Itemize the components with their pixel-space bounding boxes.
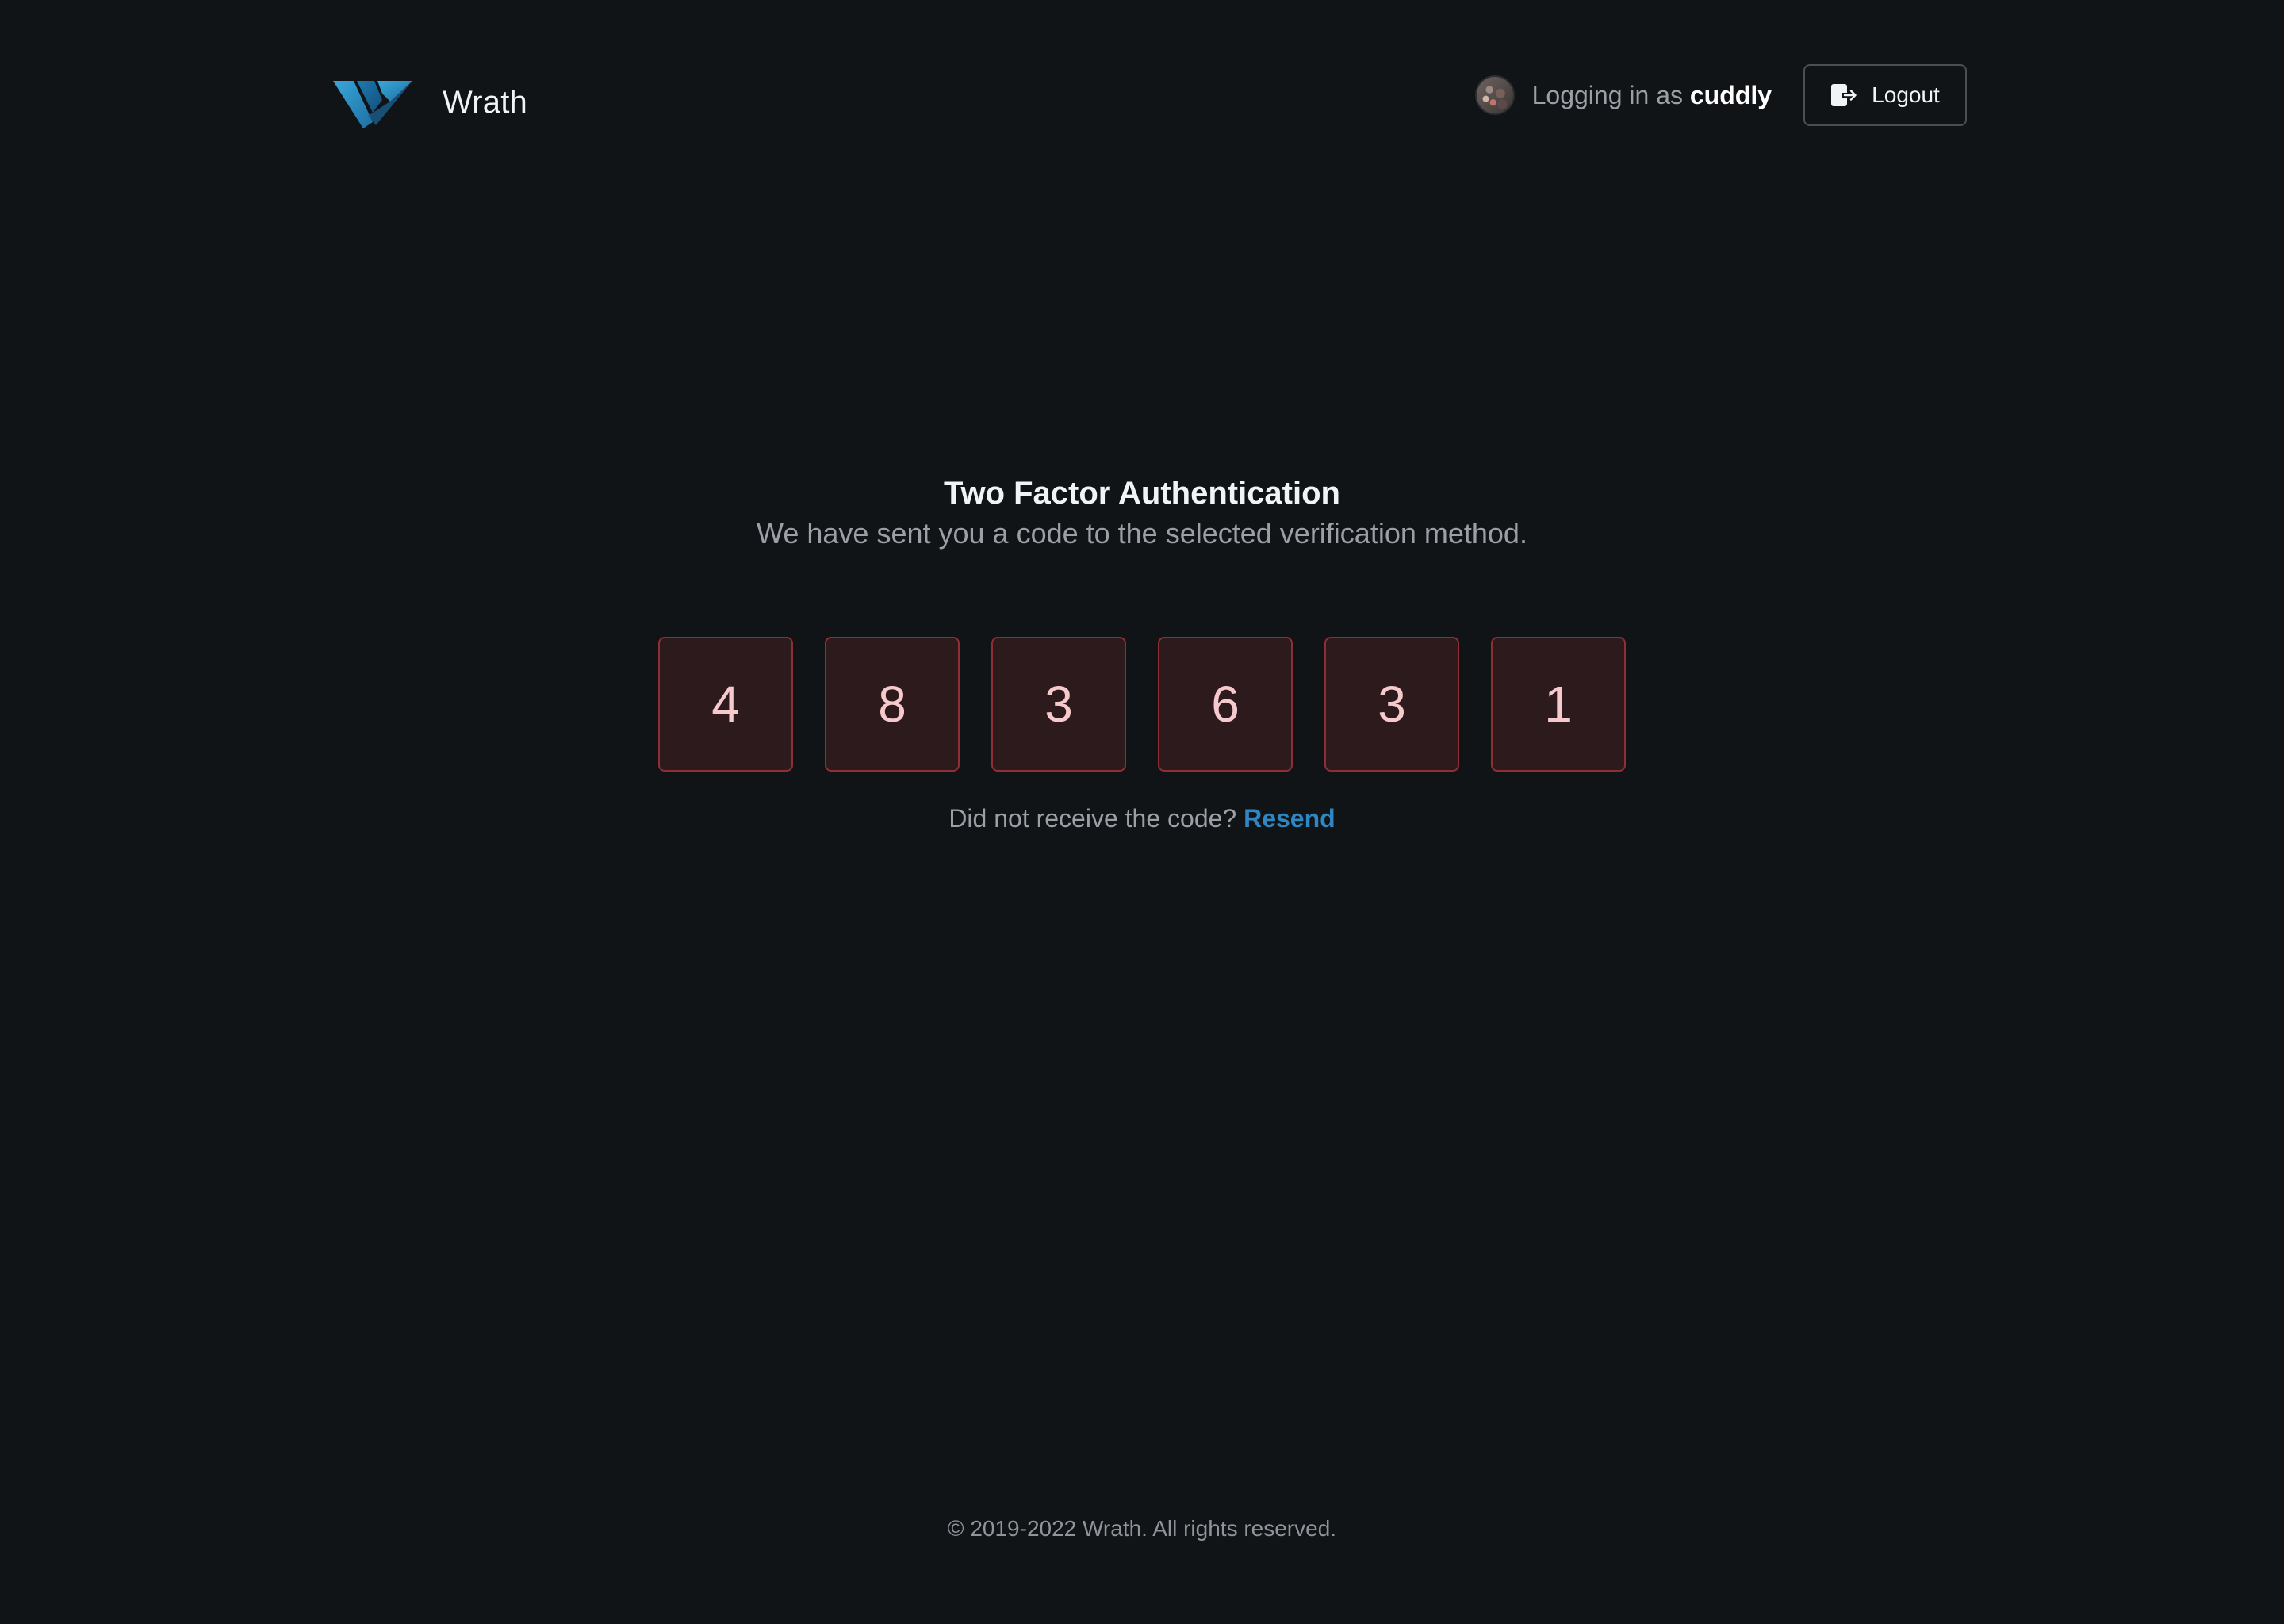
code-digit-input-1[interactable]: 4 xyxy=(658,637,793,772)
brand[interactable]: Wrath xyxy=(333,76,527,128)
logout-button[interactable]: Logout xyxy=(1803,64,1967,126)
code-digit-input-4[interactable]: 6 xyxy=(1158,637,1293,772)
login-status: Logging in as cuddly xyxy=(1532,81,1772,110)
code-digit-input-2[interactable]: 8 xyxy=(825,637,960,772)
login-info: Logging in as cuddly xyxy=(1474,75,1772,115)
resend-link[interactable]: Resend xyxy=(1244,804,1336,833)
resend-line: Did not receive the code? Resend xyxy=(0,801,2284,836)
footer-copyright: © 2019-2022 Wrath. All rights reserved. xyxy=(947,1516,1337,1541)
login-username: cuddly xyxy=(1689,80,1772,109)
login-prefix: Logging in as xyxy=(1531,80,1683,109)
code-digit-input-3[interactable]: 3 xyxy=(991,637,1126,772)
code-digit-input-5[interactable]: 3 xyxy=(1324,637,1459,772)
page-title: Two Factor Authentication xyxy=(944,476,1340,511)
code-digit-input-6[interactable]: 1 xyxy=(1491,637,1626,772)
two-factor-panel: Two Factor Authentication We have sent y… xyxy=(0,473,2284,553)
code-input-group: 4 8 3 6 3 1 xyxy=(658,637,1626,772)
brand-name: Wrath xyxy=(443,84,527,120)
logout-label: Logout xyxy=(1872,82,1940,107)
wrath-logo-icon xyxy=(333,81,412,128)
resend-prompt: Did not receive the code? xyxy=(948,804,1237,833)
user-area: Logging in as cuddly Logout xyxy=(1474,63,1967,127)
header: Wrath Logging in as cuddly Logout xyxy=(0,0,2284,190)
user-avatar xyxy=(1474,75,1515,115)
page-subtitle: We have sent you a code to the selected … xyxy=(757,517,1527,550)
logout-icon xyxy=(1831,84,1857,106)
